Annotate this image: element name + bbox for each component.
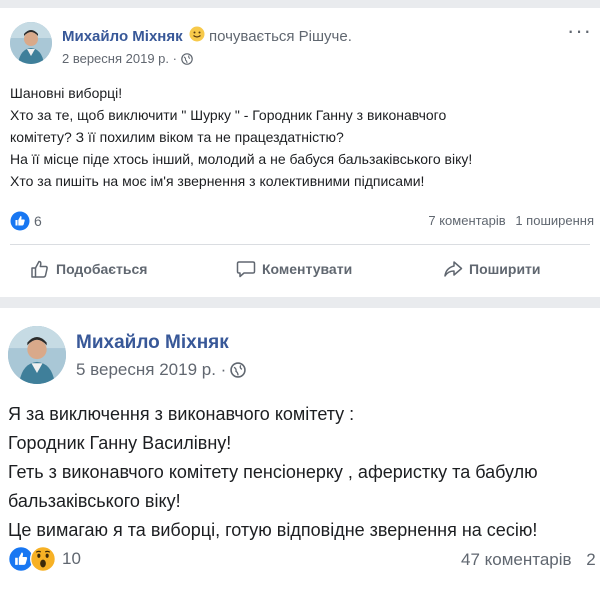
reaction-count: 6 (34, 213, 42, 229)
globe-icon[interactable] (230, 362, 247, 378)
reaction-count: 10 (62, 549, 81, 568)
share-arrow-icon (444, 261, 463, 277)
post-line: Я за виключення з виконавчого комітету : (8, 404, 355, 424)
shares-count-link[interactable]: 2 (586, 550, 595, 569)
thumbs-up-icon (31, 260, 48, 278)
shares-count-link[interactable]: 1 поширення (515, 213, 594, 228)
avatar[interactable] (10, 22, 52, 64)
post-line: Геть з виконавчого комітету пенсіонерку … (8, 462, 538, 482)
post-line: На її місце піде хтось інший, молодий а … (10, 151, 473, 167)
comment-button[interactable]: Коментувати (236, 255, 352, 283)
post-header: Михайло Міхняк почувається Рішуче. 2 вер… (10, 22, 352, 68)
post-stats: 7 коментарів 1 поширення (428, 213, 594, 228)
comments-count-link[interactable]: 7 коментарів (428, 213, 505, 228)
post-card-1: Михайло Міхняк почувається Рішуче. 2 вер… (0, 8, 600, 297)
comment-button-label: Коментувати (262, 261, 353, 277)
post-line: бальзаківського віку! (8, 491, 181, 511)
reaction-summary[interactable]: 6 (10, 211, 42, 231)
post-line: Городник Ганну Василівну! (8, 433, 232, 453)
post-date[interactable]: 5 вересня 2019 р. · (76, 358, 226, 382)
comment-bubble-icon (236, 261, 256, 278)
wow-icon (30, 546, 56, 572)
post-line: Це вимагаю я та виборці, готую відповідн… (8, 520, 538, 540)
post-card-2: Михайло Міхняк 5 вересня 2019 р. · Я за … (0, 308, 600, 600)
reaction-summary[interactable]: 10 (8, 546, 81, 572)
comments-count-link[interactable]: 47 коментарів (461, 550, 572, 569)
like-icon (10, 211, 30, 231)
like-button-label: Подобається (56, 261, 148, 277)
post-body: Шановні виборці! Хто за те, щоб виключит… (10, 82, 472, 192)
author-name[interactable]: Михайло Міхняк (62, 28, 183, 45)
share-button-label: Поширити (469, 261, 541, 277)
post-line: Хто за те, щоб виключити " Шурку " - Гор… (10, 107, 447, 123)
smiling-face-icon (189, 26, 205, 48)
post-line: Шановні виборці! (10, 85, 123, 101)
avatar-image (10, 22, 52, 64)
post-line: комітету? З її похилим віком та не праце… (10, 129, 344, 145)
post-stats: 47 коментарів 2 (461, 550, 596, 570)
post-line: Хто за пишіть на моє ім'я звернення з ко… (10, 173, 425, 189)
share-button[interactable]: Поширити (443, 255, 541, 283)
more-options-icon[interactable]: ··· (567, 20, 592, 42)
globe-icon[interactable] (181, 53, 193, 65)
divider (10, 244, 590, 245)
avatar[interactable] (8, 326, 66, 384)
feeling-text: почувається Рішуче. (208, 27, 352, 45)
author-name[interactable]: Михайло Міхняк (76, 332, 229, 353)
post-date[interactable]: 2 вересня 2019 р. · (62, 50, 177, 68)
post-header: Михайло Міхняк 5 вересня 2019 р. · (8, 326, 247, 384)
avatar-image (8, 326, 66, 384)
like-button[interactable]: Подобається (30, 255, 147, 283)
post-body: Я за виключення з виконавчого комітету :… (8, 400, 538, 545)
